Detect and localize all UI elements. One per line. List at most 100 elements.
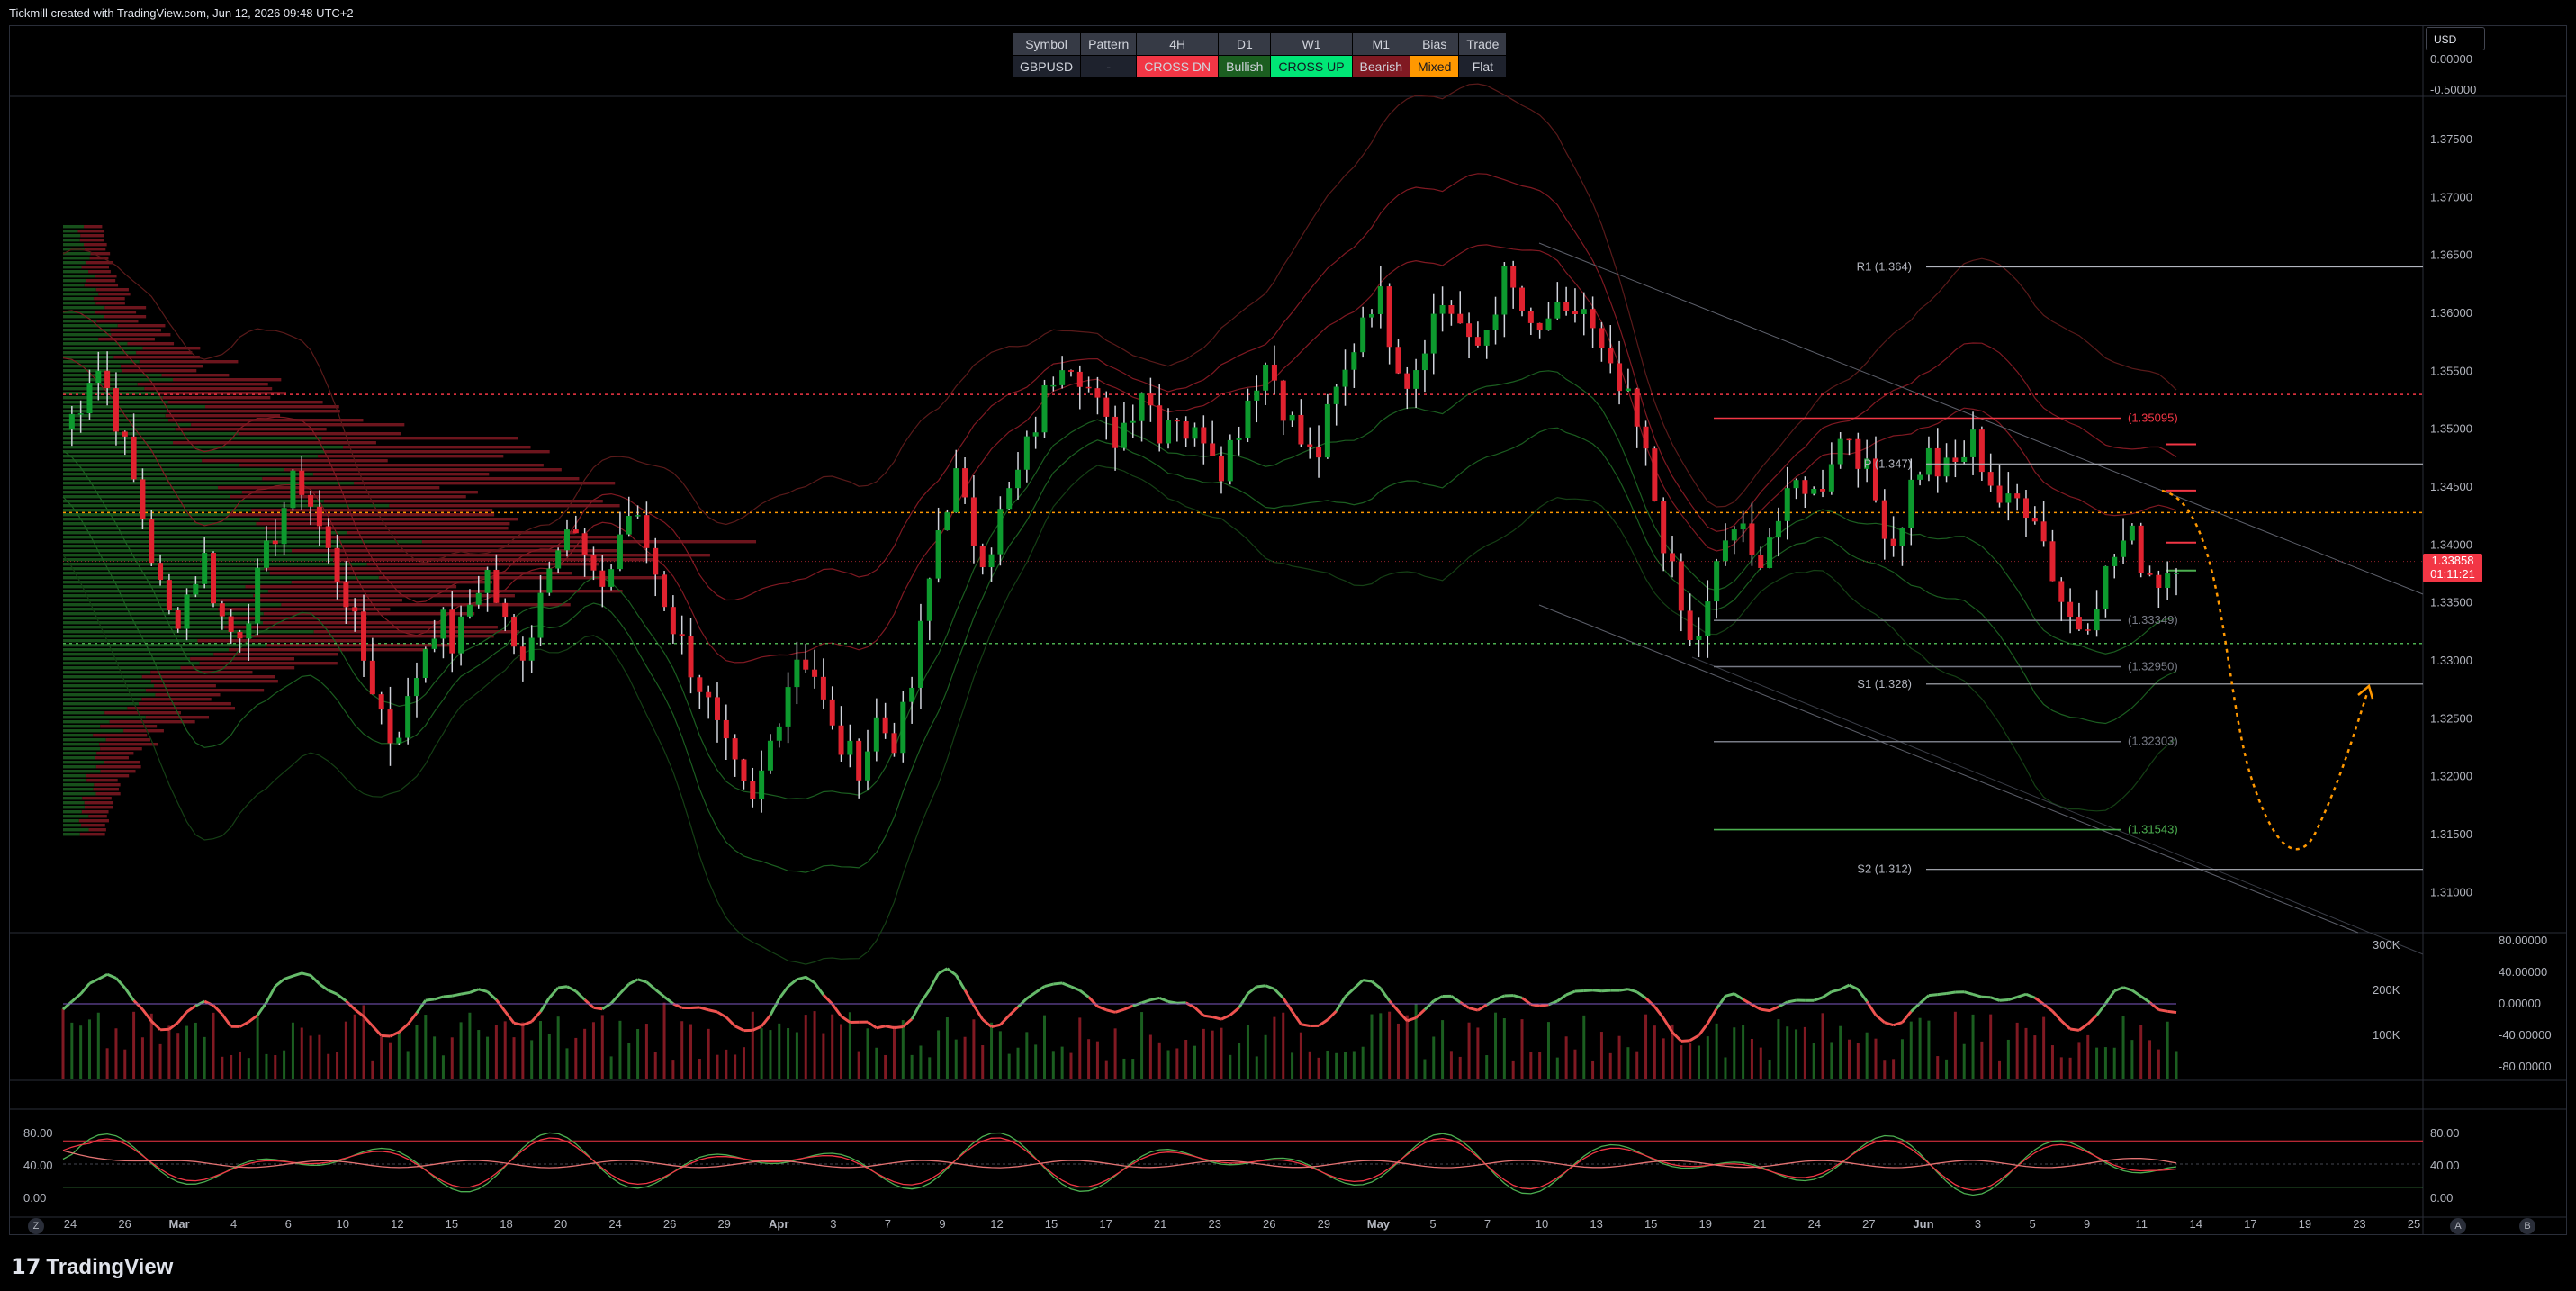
candle-body bbox=[1758, 555, 1764, 568]
volume-bar bbox=[734, 1054, 737, 1079]
currency-selector[interactable]: USD bbox=[2426, 27, 2485, 50]
oscillator-segment bbox=[1291, 1010, 1302, 1025]
volume-bar bbox=[256, 1016, 259, 1079]
volume-bar bbox=[1768, 1059, 1771, 1079]
profile-bar-buy bbox=[63, 441, 174, 445]
profile-bar-sell bbox=[136, 351, 193, 355]
volume-bar bbox=[2024, 1027, 2028, 1079]
volume-bar bbox=[1379, 1013, 1383, 1079]
volume-bar bbox=[176, 1033, 180, 1079]
oscillator-segment bbox=[301, 971, 311, 977]
profile-bar-sell bbox=[94, 297, 125, 301]
candle-body bbox=[670, 607, 676, 635]
candle-body bbox=[422, 648, 428, 679]
volume-bar bbox=[1246, 1025, 1249, 1079]
candle-body bbox=[1519, 287, 1526, 311]
volume-bar bbox=[1238, 1043, 1241, 1079]
profile-bar-sell bbox=[190, 657, 295, 661]
oscillator-segment bbox=[176, 1010, 188, 1024]
volume-bar bbox=[919, 1045, 923, 1079]
candle-body bbox=[343, 582, 349, 608]
volume-bar bbox=[512, 1037, 516, 1079]
volume-bar bbox=[1317, 1057, 1320, 1079]
profile-bar-buy bbox=[63, 527, 266, 530]
profile-bar-buy bbox=[63, 635, 239, 638]
oscillator-segment bbox=[1831, 988, 1842, 993]
profile-bar-sell bbox=[104, 711, 181, 715]
chart-canvas[interactable]: (1.35095) (1.33349) (1.32950) (1.32303) (1.3… bbox=[0, 0, 2576, 1291]
volume-bar bbox=[1511, 1060, 1515, 1079]
profile-bar-sell bbox=[95, 311, 137, 314]
candle-body bbox=[1174, 420, 1180, 422]
candle-body bbox=[1978, 429, 1985, 473]
oscillator-segment bbox=[256, 1001, 268, 1016]
candle-body bbox=[149, 519, 155, 564]
oscillator-segment bbox=[1433, 995, 1444, 1003]
volume-bar bbox=[371, 1060, 374, 1079]
profile-bar-sell bbox=[84, 806, 113, 809]
candle-body bbox=[2165, 573, 2171, 589]
candle-body bbox=[1368, 313, 1374, 318]
candle-body bbox=[723, 719, 729, 739]
profile-bar-buy bbox=[63, 270, 89, 274]
volume-bar bbox=[689, 1024, 693, 1079]
candle-body bbox=[1085, 386, 1092, 389]
candle-body bbox=[891, 733, 897, 754]
oscillator-segment bbox=[1301, 1023, 1311, 1027]
volume-bar bbox=[424, 1015, 428, 1079]
oscillator-segment bbox=[1353, 979, 1365, 990]
volume-bar bbox=[1370, 1014, 1374, 1079]
candle-body bbox=[1413, 370, 1419, 389]
footer: 𝟭𝟳 TradingView bbox=[0, 1247, 2576, 1291]
profile-bar-buy bbox=[63, 491, 242, 494]
profile-bar-buy bbox=[63, 765, 96, 769]
volume-bar bbox=[963, 1036, 967, 1079]
tradingview-logo[interactable]: 𝟭𝟳 TradingView bbox=[11, 1254, 173, 1280]
time-label: 15 bbox=[1644, 1217, 1657, 1231]
oscillator-segment bbox=[284, 974, 293, 980]
oscillator-segment bbox=[1521, 997, 1532, 1006]
auto-scale-button-a[interactable]: A bbox=[2450, 1218, 2466, 1234]
price-label: 1.33000 bbox=[2430, 654, 2472, 667]
volume-bar bbox=[892, 1025, 896, 1079]
volume-bar bbox=[1388, 1011, 1392, 1079]
time-label: 29 bbox=[717, 1217, 730, 1231]
auto-scale-button-z[interactable]: Z bbox=[28, 1218, 44, 1234]
candle-body bbox=[1820, 488, 1826, 492]
oscillator-segment bbox=[159, 1027, 169, 1032]
time-label: 3 bbox=[830, 1217, 836, 1231]
volume-bar bbox=[1777, 1019, 1780, 1079]
candle-body bbox=[1474, 337, 1481, 346]
profile-bar-buy bbox=[63, 684, 155, 688]
candle-body bbox=[1395, 347, 1401, 374]
volume-bar bbox=[653, 1052, 657, 1079]
time-label: 21 bbox=[1753, 1217, 1766, 1231]
auto-scale-button-b[interactable]: B bbox=[2519, 1218, 2535, 1234]
candle-body bbox=[635, 515, 641, 517]
candle-body bbox=[917, 620, 923, 688]
time-label: 5 bbox=[2029, 1217, 2035, 1231]
time-label: 17 bbox=[2244, 1217, 2256, 1231]
profile-bar-buy bbox=[63, 239, 80, 242]
profile-bar-buy bbox=[63, 540, 422, 544]
time-label: 15 bbox=[446, 1217, 458, 1231]
profile-bar-buy bbox=[63, 347, 143, 350]
volume-bar bbox=[1042, 1015, 1046, 1079]
volume-bar bbox=[1927, 1020, 1931, 1079]
profile-bar-sell bbox=[86, 279, 116, 283]
volume-bar bbox=[1095, 1041, 1099, 1079]
oscillator-segment bbox=[371, 1025, 383, 1037]
volume-bar bbox=[627, 1043, 631, 1079]
volume-bar bbox=[1299, 1032, 1302, 1079]
oscillator-segment bbox=[2104, 989, 2116, 1005]
candle-body bbox=[1961, 456, 1968, 463]
profile-bar-sell bbox=[175, 428, 327, 431]
volume-bar bbox=[1441, 1020, 1445, 1079]
candle-body bbox=[184, 594, 190, 629]
volume-bar bbox=[583, 1028, 587, 1079]
profile-bar-sell bbox=[83, 243, 107, 247]
price-axis[interactable]: 1.37500 1.37000 1.36500 1.36000 1.35500 1.350… bbox=[2430, 132, 2472, 898]
oscillator-segment bbox=[734, 1025, 745, 1032]
candle-body bbox=[290, 470, 296, 509]
time-axis[interactable]: 24 26 Mar 4 6 10 12 15 18 20 24 26 29 Apr 3 7 9 12 15 17 21 2… bbox=[64, 1217, 2420, 1231]
